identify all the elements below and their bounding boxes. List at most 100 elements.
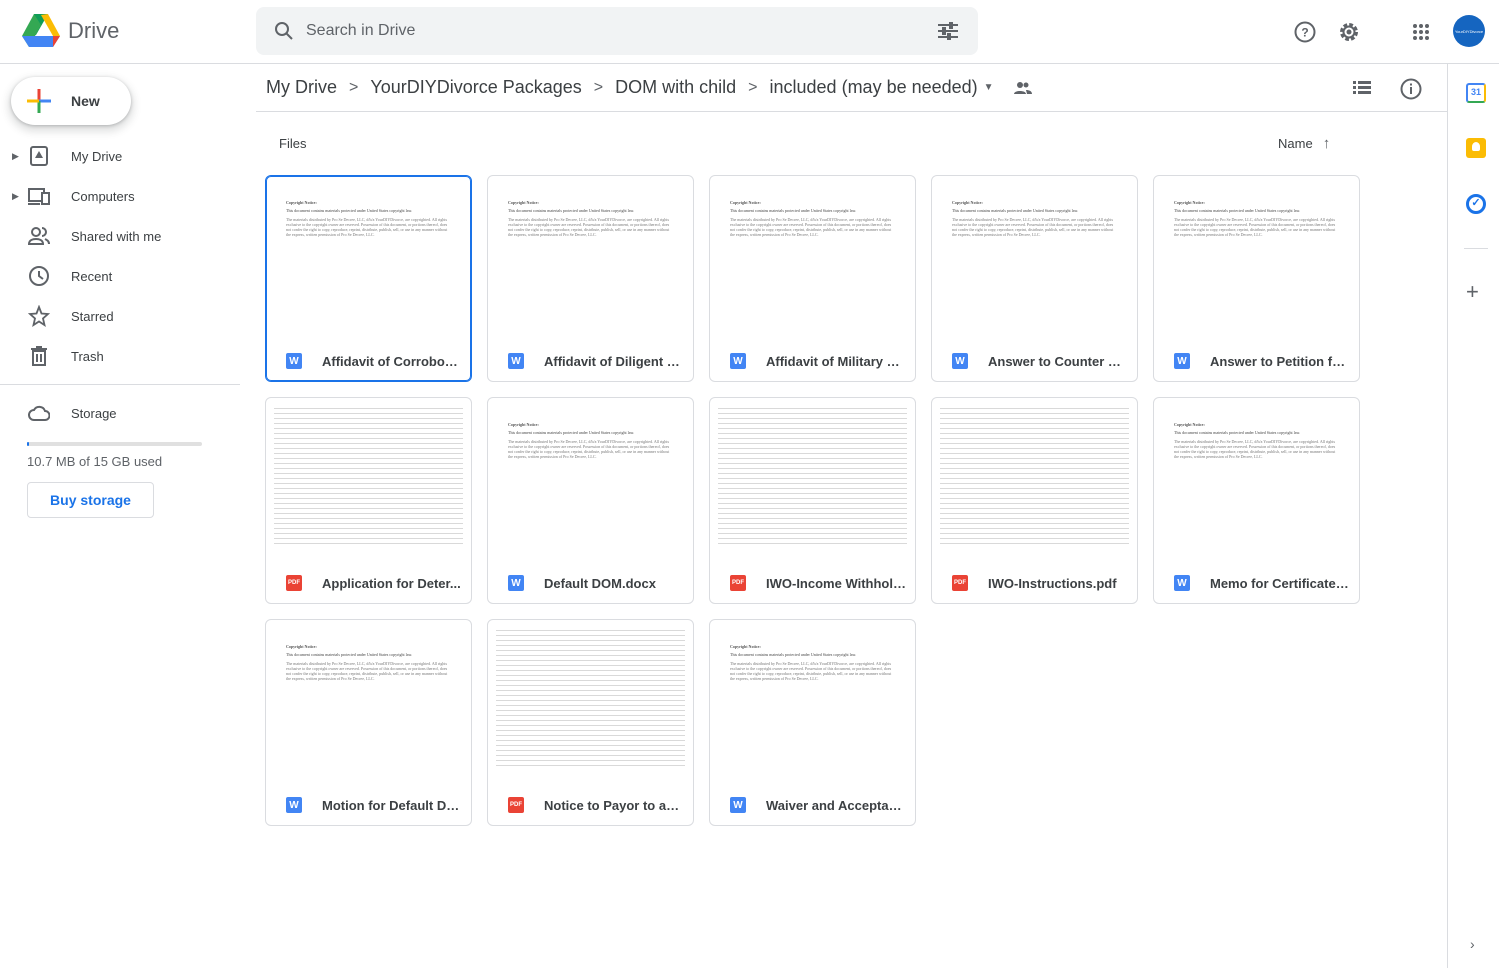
people-icon	[28, 227, 50, 245]
word-file-icon: W	[730, 353, 746, 369]
sort-by-name-button[interactable]: Name ↑	[1278, 135, 1330, 152]
app-name: Drive	[68, 18, 120, 43]
help-icon[interactable]: ?	[1289, 16, 1321, 48]
file-card[interactable]: Copyright Notice: This document contains …	[709, 619, 916, 826]
expand-arrow-icon[interactable]: ▶	[12, 191, 19, 202]
storage-used-text: 10.7 MB of 15 GB used	[27, 454, 163, 469]
thumb-notice-body: The materials distributed by Pro Se Decr…	[286, 217, 448, 237]
file-card[interactable]: PDF Notice to Payor to acc...	[487, 619, 694, 826]
pdf-file-icon: PDF	[286, 575, 302, 591]
pdf-file-icon: PDF	[952, 575, 968, 591]
sidebar-item-trash[interactable]: Trash	[0, 336, 240, 376]
drive-logo-icon	[22, 14, 60, 47]
file-thumbnail: Copyright Notice: This document contains …	[488, 176, 693, 342]
tasks-icon[interactable]: ✓	[1466, 194, 1486, 214]
file-card[interactable]: Copyright Notice: This document contains …	[1153, 397, 1360, 604]
pdf-file-icon: PDF	[508, 797, 524, 813]
file-title-bar[interactable]: W Memo for Certificate ...	[1154, 563, 1359, 603]
file-card[interactable]: Copyright Notice: This document contains …	[931, 175, 1138, 382]
word-file-icon: W	[1174, 353, 1190, 369]
file-name: Default DOM.docx	[544, 575, 656, 591]
file-card[interactable]: Copyright Notice: This document contains …	[487, 175, 694, 382]
sidebar-item-computers[interactable]: ▶ Computers	[0, 176, 240, 216]
file-title-bar[interactable]: W Answer to Petition for...	[1154, 341, 1359, 381]
thumb-notice-line: This document contains materials protect…	[508, 208, 635, 213]
apps-grid-icon[interactable]	[1405, 16, 1437, 48]
sidebar-item-starred[interactable]: Starred	[0, 296, 240, 336]
breadcrumb-yourdiydivorce-packages[interactable]: YourDIYDivorce Packages	[360, 77, 591, 98]
computer-icon	[28, 188, 50, 205]
file-title-bar[interactable]: W Answer to Counter Pe...	[932, 341, 1137, 381]
get-addons-plus-icon[interactable]: +	[1466, 279, 1479, 305]
arrow-up-icon[interactable]: ↑	[1323, 135, 1331, 152]
calendar-icon[interactable]: 31	[1466, 83, 1486, 103]
list-view-icon[interactable]	[1353, 80, 1371, 96]
file-title-bar[interactable]: W Affidavit of Corrobora...	[266, 341, 471, 381]
thumb-notice-line: This document contains materials protect…	[730, 208, 857, 213]
search-bar[interactable]: Search in Drive	[256, 7, 978, 55]
settings-gear-icon[interactable]	[1333, 16, 1365, 48]
file-card[interactable]: Copyright Notice: This document contains …	[265, 619, 472, 826]
file-name: Notice to Payor to acc...	[544, 797, 684, 813]
account-avatar[interactable]: YourDIYDivorce	[1453, 15, 1485, 47]
file-title-bar[interactable]: PDF IWO-Instructions.pdf	[932, 563, 1137, 603]
new-button[interactable]: New	[11, 77, 131, 125]
file-title-bar[interactable]: PDF Notice to Payor to acc...	[488, 785, 693, 825]
file-title-bar[interactable]: PDF Application for Deter...	[266, 563, 471, 603]
file-thumbnail	[932, 398, 1137, 564]
sidebar-item-my-drive[interactable]: ▶ My Drive	[0, 136, 240, 176]
file-title-bar[interactable]: W Default DOM.docx	[488, 563, 693, 603]
file-thumbnail	[710, 398, 915, 564]
star-icon	[28, 305, 50, 327]
expand-panel-chevron-icon[interactable]: ›	[1470, 936, 1475, 952]
keep-icon[interactable]	[1466, 138, 1486, 158]
buy-storage-button[interactable]: Buy storage	[27, 482, 154, 518]
thumb-notice-title: Copyright Notice:	[1174, 422, 1205, 427]
word-file-icon: W	[286, 353, 302, 369]
file-title-bar[interactable]: W Affidavit of Military S...	[710, 341, 915, 381]
breadcrumb-current-folder[interactable]: included (may be needed)	[760, 77, 984, 98]
storage-usage-bar	[27, 442, 202, 446]
search-input[interactable]: Search in Drive	[306, 22, 415, 40]
search-options-icon[interactable]	[938, 22, 958, 40]
file-title-bar[interactable]: W Affidavit of Diligent S...	[488, 341, 693, 381]
sidebar-item-storage[interactable]: Storage	[0, 393, 240, 433]
my-drive-icon	[30, 146, 48, 166]
file-title-bar[interactable]: W Motion for Default DO...	[266, 785, 471, 825]
chevron-right-icon: >	[748, 78, 758, 96]
expand-arrow-icon[interactable]: ▶	[12, 151, 19, 162]
file-name: Answer to Counter Pe...	[988, 353, 1128, 369]
info-icon[interactable]	[1400, 78, 1422, 100]
folder-menu-dropdown-icon[interactable]: ▼	[984, 82, 994, 93]
file-card[interactable]: Copyright Notice: This document contains …	[709, 175, 916, 382]
sidebar-item-label: Computers	[71, 188, 135, 204]
side-panel-divider	[1464, 248, 1488, 249]
sidebar-item-shared-with-me[interactable]: Shared with me	[0, 216, 240, 256]
file-thumbnail: Copyright Notice: This document contains …	[266, 620, 471, 786]
file-thumbnail: Copyright Notice: This document contains …	[710, 620, 915, 786]
file-card[interactable]: PDF IWO-Income Withhold...	[709, 397, 916, 604]
file-title-bar[interactable]: W Waiver and Acceptan...	[710, 785, 915, 825]
file-card[interactable]: Copyright Notice: This document contains …	[1153, 175, 1360, 382]
file-card[interactable]: Copyright Notice: This document contains …	[487, 397, 694, 604]
file-thumbnail	[266, 398, 471, 564]
sidebar-item-recent[interactable]: Recent	[0, 256, 240, 296]
file-name: Affidavit of Corrobora...	[322, 353, 462, 369]
search-icon[interactable]	[274, 21, 294, 41]
thumb-notice-body: The materials distributed by Pro Se Decr…	[286, 661, 448, 681]
breadcrumb-dom-with-child[interactable]: DOM with child	[605, 77, 746, 98]
file-name: Affidavit of Military S...	[766, 353, 906, 369]
thumb-notice-line: This document contains materials protect…	[286, 208, 413, 213]
file-card[interactable]: PDF IWO-Instructions.pdf	[931, 397, 1138, 604]
side-panel: 31 ✓ + ›	[1447, 64, 1499, 968]
sort-label: Name	[1278, 136, 1313, 151]
word-file-icon: W	[508, 353, 524, 369]
thumb-notice-title: Copyright Notice:	[730, 200, 761, 205]
drive-logo[interactable]: Drive	[22, 14, 119, 48]
file-title-bar[interactable]: PDF IWO-Income Withhold...	[710, 563, 915, 603]
file-card[interactable]: PDF Application for Deter...	[265, 397, 472, 604]
file-name: Memo for Certificate ...	[1210, 575, 1350, 591]
file-card[interactable]: Copyright Notice: This document contains …	[265, 175, 472, 382]
chevron-right-icon: >	[593, 78, 604, 96]
breadcrumb-my-drive[interactable]: My Drive	[256, 77, 347, 98]
